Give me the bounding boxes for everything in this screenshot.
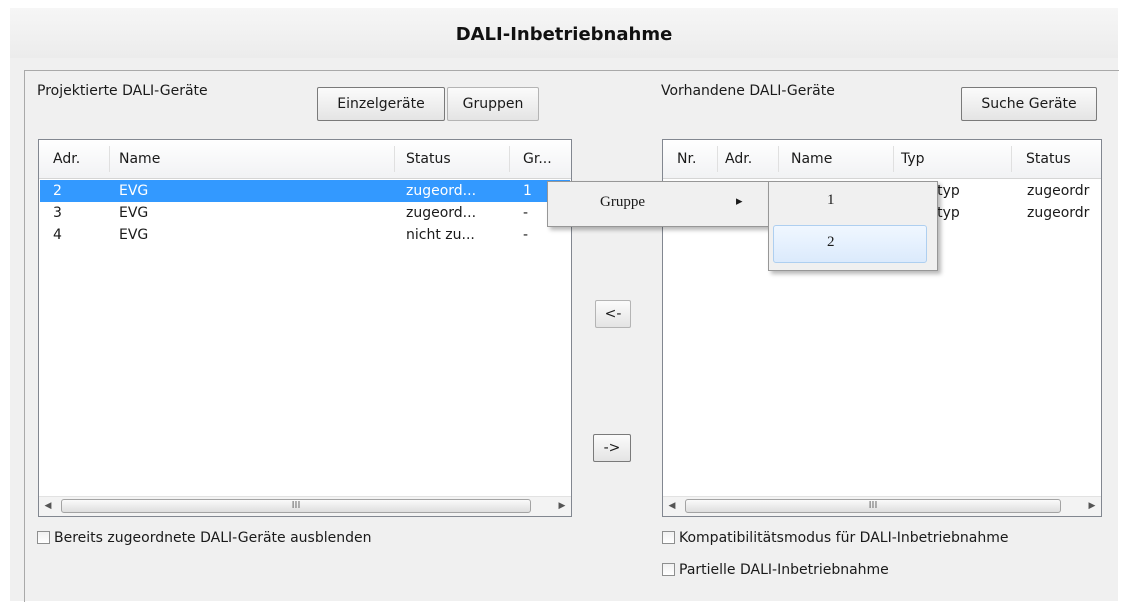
cell-name: EVG <box>119 183 149 199</box>
window-title: DALI-Inbetriebnahme <box>10 8 1118 58</box>
group-submenu: 1 2 <box>768 181 938 271</box>
list-header: Nr. Adr. Name Typ Status <box>663 140 1101 179</box>
scroll-left-icon[interactable]: ◀ <box>663 497 681 516</box>
list-header: Adr. Name Status Gr... <box>39 140 571 179</box>
search-devices-button[interactable]: Suche Geräte <box>961 87 1097 121</box>
cell-group: 1 <box>523 183 532 199</box>
partial-commissioning-checkbox[interactable]: Partielle DALI-Inbetriebnahme <box>662 561 889 579</box>
cell-status: zugeordr <box>1027 183 1090 199</box>
scroll-thumb[interactable]: III <box>685 499 1061 513</box>
scroll-right-icon[interactable]: ▶ <box>553 497 571 516</box>
cell-adr: 3 <box>53 205 62 221</box>
projected-devices-list[interactable]: Adr. Name Status Gr... 2 EVG zugeord... … <box>38 139 572 517</box>
cell-adr: 2 <box>53 183 62 199</box>
cell-status: nicht zu... <box>406 227 475 243</box>
cell-status: zugeord... <box>406 205 477 221</box>
column-header-status[interactable]: Status <box>1026 140 1071 178</box>
menu-item-group[interactable]: Gruppe <box>600 194 645 211</box>
horizontal-scrollbar[interactable]: ◀ III ▶ <box>663 496 1101 516</box>
checkbox-box[interactable] <box>37 531 50 544</box>
column-header-name[interactable]: Name <box>119 140 160 178</box>
context-menu: Gruppe ▸ <box>547 181 773 227</box>
groups-button[interactable]: Gruppen <box>447 87 539 121</box>
cell-group: - <box>523 227 529 243</box>
scroll-thumb[interactable]: III <box>61 499 531 513</box>
checkbox-box[interactable] <box>662 531 675 544</box>
scroll-right-icon[interactable]: ▶ <box>1083 497 1101 516</box>
horizontal-scrollbar[interactable]: ◀ III ▶ <box>39 496 571 516</box>
compatibility-mode-checkbox[interactable]: Kompatibilitätsmodus für DALI-Inbetriebn… <box>662 529 1008 547</box>
cell-name: EVG <box>119 205 149 221</box>
checkbox-box[interactable] <box>662 563 675 576</box>
assign-left-button[interactable]: <- <box>595 300 631 328</box>
submenu-item-1[interactable]: 1 <box>827 192 835 209</box>
single-devices-button[interactable]: Einzelgeräte <box>317 87 445 121</box>
column-header-nr[interactable]: Nr. <box>677 140 696 178</box>
submenu-arrow-icon: ▸ <box>736 193 743 208</box>
column-header-adr[interactable]: Adr. <box>53 140 80 178</box>
table-row[interactable]: 2 EVG zugeord... 1 <box>40 180 570 202</box>
cell-name: EVG <box>119 227 149 243</box>
table-row[interactable]: 3 EVG zugeord... - <box>40 202 570 224</box>
column-header-adr[interactable]: Adr. <box>725 140 752 178</box>
projected-devices-label: Projektierte DALI-Geräte <box>37 83 208 99</box>
hide-assigned-checkbox[interactable]: Bereits zugeordnete DALI-Geräte ausblend… <box>37 529 371 547</box>
cell-status: zugeord... <box>406 183 477 199</box>
column-header-group[interactable]: Gr... <box>523 140 552 178</box>
hide-assigned-label: Bereits zugeordnete DALI-Geräte ausblend… <box>54 530 372 546</box>
column-header-type[interactable]: Typ <box>901 140 925 178</box>
content-frame: Projektierte DALI-Geräte Einzelgeräte Gr… <box>24 70 1119 602</box>
compatibility-mode-label: Kompatibilitätsmodus für DALI-Inbetriebn… <box>679 530 1009 546</box>
table-row[interactable]: 4 EVG nicht zu... - <box>40 224 570 246</box>
submenu-item-2[interactable]: 2 <box>827 234 835 251</box>
cell-group: - <box>523 205 529 221</box>
assign-right-button[interactable]: -> <box>593 434 631 462</box>
scroll-left-icon[interactable]: ◀ <box>39 497 57 516</box>
submenu-highlight <box>773 225 927 263</box>
column-header-status[interactable]: Status <box>406 140 451 178</box>
available-devices-label: Vorhandene DALI-Geräte <box>661 83 835 99</box>
partial-commissioning-label: Partielle DALI-Inbetriebnahme <box>679 562 889 578</box>
dali-commissioning-window: DALI-Inbetriebnahme Projektierte DALI-Ge… <box>10 8 1119 602</box>
cell-adr: 4 <box>53 227 62 243</box>
column-header-name[interactable]: Name <box>791 140 832 178</box>
cell-status: zugeordr <box>1027 205 1090 221</box>
